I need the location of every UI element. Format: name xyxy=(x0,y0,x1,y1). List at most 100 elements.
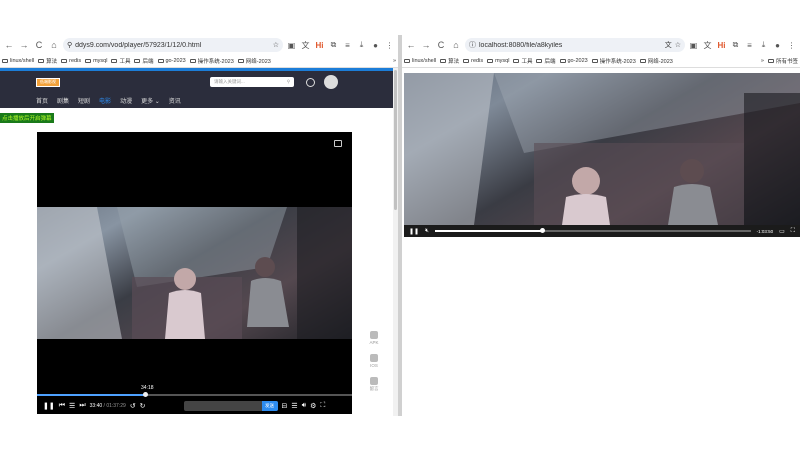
bookmark-folder[interactable]: redis xyxy=(61,58,81,64)
menu-icon[interactable]: ⋮ xyxy=(384,41,395,50)
scrollbar-thumb[interactable] xyxy=(394,70,397,210)
history-icon[interactable] xyxy=(306,77,315,87)
bookmark-folder[interactable]: mysql xyxy=(85,58,107,64)
fullscreen-icon[interactable]: ⛶ xyxy=(791,228,795,235)
extension-icon[interactable]: ▣ xyxy=(286,41,297,50)
nav-series[interactable]: 剧集 xyxy=(57,96,69,105)
nav-movies[interactable]: 电影 xyxy=(99,96,111,105)
bookmark-folder[interactable]: go-2023 xyxy=(559,58,588,64)
bookmark-folder[interactable]: go-2023 xyxy=(157,58,186,64)
avatar[interactable] xyxy=(324,75,338,89)
feedback[interactable]: 留言 xyxy=(370,377,379,392)
download-icon[interactable]: ⤓ xyxy=(356,40,367,50)
home-icon[interactable]: ⌂ xyxy=(450,38,462,52)
mute-icon[interactable]: 🔇︎ xyxy=(425,228,429,235)
nav-more[interactable]: 更多 ⌄ xyxy=(141,96,160,105)
send-button[interactable]: 发送 xyxy=(261,401,278,411)
pause-icon[interactable]: ❚❚ xyxy=(43,402,55,410)
all-bookmarks[interactable]: 所有书签 xyxy=(767,57,798,65)
progress-handle[interactable] xyxy=(540,228,546,233)
puzzle-icon[interactable]: ⧉ xyxy=(730,40,741,50)
search-icon[interactable]: ⚲ xyxy=(287,79,290,85)
bookmark-folder[interactable]: 操作系统-2023 xyxy=(591,57,636,65)
bookmark-star-icon[interactable]: ☆ xyxy=(675,41,681,49)
bookmark-folder[interactable]: redis xyxy=(463,58,483,64)
bookmark-folder[interactable]: 后端 xyxy=(536,57,556,65)
profile-icon[interactable]: ● xyxy=(772,41,783,50)
reload-icon[interactable]: C xyxy=(435,38,447,52)
picture-in-picture-icon[interactable]: ▭ xyxy=(779,228,785,235)
video-player[interactable]: ❚❚ 🔇︎ -1:03:50 ▭ ⛶ xyxy=(404,73,800,237)
menu-icon[interactable]: ⋮ xyxy=(786,41,797,50)
picture-in-picture-icon[interactable] xyxy=(334,140,342,147)
bookmark-folder[interactable]: 工具 xyxy=(111,57,130,65)
bookmark-folder[interactable]: linux/shell xyxy=(404,58,436,64)
progress-handle[interactable] xyxy=(143,392,149,397)
apk-download[interactable]: APK xyxy=(369,331,379,345)
forward-icon[interactable]: → xyxy=(18,38,30,52)
profile-icon[interactable]: ● xyxy=(370,41,381,50)
previous-icon[interactable]: ⏮ xyxy=(59,402,65,410)
ios-download[interactable]: IOS xyxy=(370,354,378,368)
danmaku-settings-icon[interactable]: ⊟ xyxy=(282,402,288,410)
address-bar[interactable]: ⓘ localhost:8080/file/a8kyiles 文 ☆ xyxy=(465,38,685,52)
video-player[interactable]: 34:18 ❚❚ ⏮ ☰ ⏭ 33:40 / 01:37:29 ↺ ↻ 发送 ⊟… xyxy=(37,132,352,414)
danmaku-toggle-icon[interactable]: ☰ xyxy=(291,402,297,410)
bookmarks-more[interactable]: » xyxy=(761,58,764,64)
site-logo[interactable]: 低端影视 xyxy=(36,77,60,87)
forward-icon[interactable]: → xyxy=(420,38,432,52)
second-child-head xyxy=(680,159,704,183)
bookmark-folder[interactable]: 网络-2023 xyxy=(639,57,673,65)
bookmarks-more[interactable]: » xyxy=(393,58,396,64)
puzzle-icon[interactable]: ⧉ xyxy=(328,40,339,50)
reload-icon[interactable]: C xyxy=(33,38,45,52)
nav-anime[interactable]: 动漫 xyxy=(120,96,132,105)
playlist-icon[interactable]: ☰ xyxy=(69,402,75,410)
site-info-icon[interactable]: ⚲ xyxy=(67,41,72,49)
pause-icon[interactable]: ❚❚ xyxy=(409,228,419,235)
bookmark-folder[interactable]: linux/shell xyxy=(2,58,34,64)
child-face xyxy=(174,268,196,290)
folder-icon xyxy=(237,59,244,63)
address-bar[interactable]: ⚲ ddys9.com/vod/player/57923/1/12/0.html… xyxy=(63,38,283,52)
translate-icon[interactable]: 文 xyxy=(300,40,311,51)
bookmark-folder[interactable]: 算法 xyxy=(38,57,57,65)
dark-corner xyxy=(744,93,800,225)
bookmark-folder[interactable]: mysql xyxy=(487,58,509,64)
hi-extension-icon[interactable]: Hi xyxy=(716,41,727,50)
volume-icon[interactable]: 🔊︎ xyxy=(302,402,306,410)
extension-icon[interactable]: ▣ xyxy=(688,41,699,50)
rewind-icon[interactable]: ↺ xyxy=(130,402,136,410)
playlist-icon[interactable]: ≡ xyxy=(744,41,755,50)
translate-icon[interactable]: 文 xyxy=(665,40,672,50)
back-icon[interactable]: ← xyxy=(3,38,15,52)
next-icon[interactable]: ⏭ xyxy=(79,402,85,410)
translate-icon[interactable]: 文 xyxy=(702,40,713,51)
video-frame[interactable] xyxy=(404,73,800,225)
bookmark-folder[interactable]: 操作系统-2023 xyxy=(189,57,234,65)
bookmark-star-icon[interactable]: ☆ xyxy=(273,41,279,49)
bookmark-folder[interactable]: 工具 xyxy=(513,57,532,65)
home-icon[interactable]: ⌂ xyxy=(48,38,60,52)
back-icon[interactable]: ← xyxy=(405,38,417,52)
bookmark-folder[interactable]: 网络-2023 xyxy=(237,57,271,65)
gear-icon[interactable]: ⚙ xyxy=(310,402,316,410)
player-controls: ❚❚ 🔇︎ -1:03:50 ▭ ⛶ xyxy=(404,225,800,237)
progress-bar[interactable] xyxy=(37,392,352,397)
playlist-icon[interactable]: ≡ xyxy=(342,41,353,50)
hi-extension-icon[interactable]: Hi xyxy=(314,41,325,50)
folder-icon xyxy=(134,59,141,63)
site-search-input[interactable]: 请输入关键词... ⚲ xyxy=(210,77,294,87)
site-info-icon[interactable]: ⓘ xyxy=(469,40,476,50)
bookmark-folder[interactable]: 算法 xyxy=(440,57,459,65)
forward-icon[interactable]: ↻ xyxy=(140,402,146,410)
progress-bar[interactable] xyxy=(434,228,751,233)
video-frame[interactable] xyxy=(37,207,352,339)
nav-home[interactable]: 首页 xyxy=(36,96,48,105)
bookmark-folder[interactable]: 后端 xyxy=(134,57,154,65)
danmaku-input[interactable]: 发送 xyxy=(183,401,278,411)
nav-shorts[interactable]: 短剧 xyxy=(78,96,90,105)
nav-news[interactable]: 资讯 xyxy=(169,96,181,105)
fullscreen-icon[interactable]: ⛶ xyxy=(320,402,325,410)
download-icon[interactable]: ⤓ xyxy=(758,40,769,50)
